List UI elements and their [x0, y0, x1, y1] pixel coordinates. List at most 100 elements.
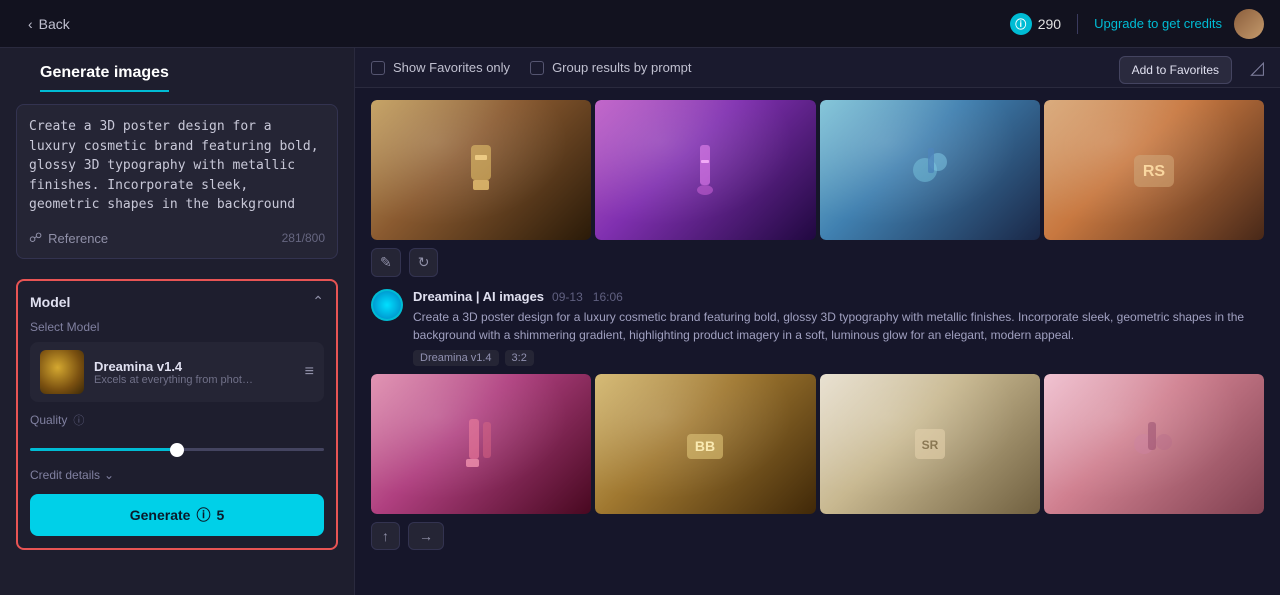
image-preview-6[interactable]: BB [595, 374, 815, 514]
group-results-text: Group results by prompt [552, 60, 691, 75]
credits-badge: ⓘ 290 [1010, 13, 1061, 35]
model-section: Model ⌃ Select Model Dreamina v1.4 Excel… [16, 279, 338, 550]
generation-entry: Dreamina | AI images 09-13 16:06 Create … [371, 289, 1264, 550]
reference-label: Reference [48, 231, 108, 246]
credits-icon: ⓘ [1010, 13, 1032, 35]
generation-avatar [371, 289, 403, 321]
generation-author-line: Dreamina | AI images 09-13 16:06 [413, 289, 1264, 304]
quality-slider[interactable] [30, 448, 324, 451]
image-cell-5[interactable] [371, 374, 591, 514]
show-favorites-label[interactable]: Show Favorites only [371, 60, 510, 75]
model-card[interactable]: Dreamina v1.4 Excels at everything from … [30, 342, 324, 402]
model-thumb-inner [40, 350, 84, 394]
image-cell-8[interactable] [1044, 374, 1264, 514]
credit-details-chevron-icon: ⌄ [104, 468, 114, 482]
image-preview-4[interactable]: RS [1044, 100, 1264, 240]
show-favorites-checkbox[interactable] [371, 61, 385, 75]
generation-avatar-inner [373, 291, 401, 319]
gen-tag-ratio[interactable]: 3:2 [505, 350, 534, 366]
next-arrow-button[interactable]: → [408, 522, 444, 550]
generation-author: Dreamina | AI images [413, 289, 544, 304]
back-button[interactable]: ‹ Back [16, 10, 82, 38]
image-preview-5[interactable] [371, 374, 591, 514]
credits-count: 290 [1038, 16, 1061, 32]
content-scroll[interactable]: RS ✎ ↻ Dreamina | AI imag [355, 88, 1280, 595]
credits-divider [1077, 14, 1078, 34]
reference-button[interactable]: ☍ Reference [29, 230, 108, 246]
model-settings-icon[interactable]: ≡ [305, 363, 314, 381]
topbar-right: ⓘ 290 Upgrade to get credits [1010, 9, 1264, 39]
generate-button[interactable]: Generate ⓘ 5 [30, 494, 324, 536]
model-section-title: Model [30, 294, 70, 310]
model-chevron-icon[interactable]: ⌃ [312, 293, 324, 310]
select-model-label: Select Model [30, 320, 324, 334]
sidebar-header-wrap: Generate images [0, 48, 354, 92]
generation-tags: Dreamina v1.4 3:2 [413, 350, 1264, 366]
image-cell-1[interactable] [371, 100, 591, 240]
generation-meta: Dreamina | AI images 09-13 16:06 Create … [413, 289, 1264, 366]
image-preview-1[interactable] [371, 100, 591, 240]
reference-icon: ☍ [29, 230, 42, 246]
prompt-footer: ☍ Reference 281/800 [29, 230, 325, 246]
image-grid-top: RS [371, 100, 1264, 240]
credit-details-label: Credit details [30, 468, 100, 482]
cosmetic-svg-4: RS [1124, 140, 1184, 200]
svg-text:BB: BB [695, 438, 715, 454]
topbar: ‹ Back ⓘ 290 Upgrade to get credits [0, 0, 1280, 48]
generate-credits: 5 [216, 507, 224, 523]
image-cell-3[interactable] [820, 100, 1040, 240]
generate-credits-icon: ⓘ [196, 505, 210, 525]
cosmetic-svg-5 [451, 414, 511, 474]
image-actions: ✎ ↻ [371, 248, 1264, 277]
image-preview-7[interactable]: SR [820, 374, 1040, 514]
generation-date: 09-13 16:06 [552, 290, 623, 304]
svg-text:SR: SR [921, 438, 938, 452]
svg-text:RS: RS [1143, 163, 1166, 180]
image-preview-8[interactable] [1044, 374, 1264, 514]
cosmetic-svg-1 [451, 140, 511, 200]
image-cell-2[interactable] [595, 100, 815, 240]
group-results-checkbox[interactable] [530, 61, 544, 75]
group-results-label[interactable]: Group results by prompt [530, 60, 691, 75]
prev-arrow-button[interactable]: ↑ [371, 522, 400, 550]
image-cell-7[interactable]: SR [820, 374, 1040, 514]
back-label: Back [39, 16, 70, 32]
prompt-textarea-wrap: Create a 3D poster design for a luxury c… [16, 104, 338, 259]
cosmetic-svg-3 [900, 140, 960, 200]
image-preview-3[interactable] [820, 100, 1040, 240]
gen-date-val: 09-13 [552, 290, 583, 304]
cosmetic-svg-6: BB [675, 414, 735, 474]
edit-button[interactable]: ✎ [371, 248, 401, 277]
main-layout: Generate images Create a 3D poster desig… [0, 48, 1280, 595]
image-preview-2[interactable] [595, 100, 815, 240]
image-cell-4[interactable]: RS [1044, 100, 1264, 240]
char-count: 281/800 [282, 231, 325, 245]
model-info: Dreamina v1.4 Excels at everything from … [94, 359, 295, 386]
content-toolbar: Show Favorites only Group results by pro… [355, 48, 1280, 88]
image-cell-6[interactable]: BB [595, 374, 815, 514]
section-title-row: Model ⌃ [30, 293, 324, 310]
sidebar: Generate images Create a 3D poster desig… [0, 48, 355, 595]
add-to-favorites-button[interactable]: Add to Favorites [1119, 56, 1232, 84]
sidebar-title: Generate images [40, 48, 169, 92]
upgrade-link[interactable]: Upgrade to get credits [1094, 16, 1222, 31]
model-description: Excels at everything from photoreali... [94, 374, 254, 386]
nav-arrows: ↑ → [371, 522, 1264, 550]
cosmetic-svg-2 [675, 140, 735, 200]
gen-tag-model[interactable]: Dreamina v1.4 [413, 350, 499, 366]
gen-time-val: 16:06 [593, 290, 623, 304]
model-name: Dreamina v1.4 [94, 359, 295, 374]
prompt-textarea[interactable]: Create a 3D poster design for a luxury c… [29, 117, 325, 217]
quality-slider-wrap [30, 438, 324, 456]
save-icon-button[interactable]: ◿ [1250, 57, 1264, 78]
model-thumbnail [40, 350, 84, 394]
quality-info-icon: ⓘ [73, 412, 84, 428]
quality-label: Quality [30, 413, 67, 427]
credit-details-row[interactable]: Credit details ⌄ [30, 468, 324, 482]
show-favorites-text: Show Favorites only [393, 60, 510, 75]
generate-label: Generate [130, 507, 191, 523]
refresh-button[interactable]: ↻ [409, 248, 439, 277]
generation-header: Dreamina | AI images 09-13 16:06 Create … [371, 289, 1264, 366]
back-icon: ‹ [28, 16, 33, 32]
avatar [1234, 9, 1264, 39]
